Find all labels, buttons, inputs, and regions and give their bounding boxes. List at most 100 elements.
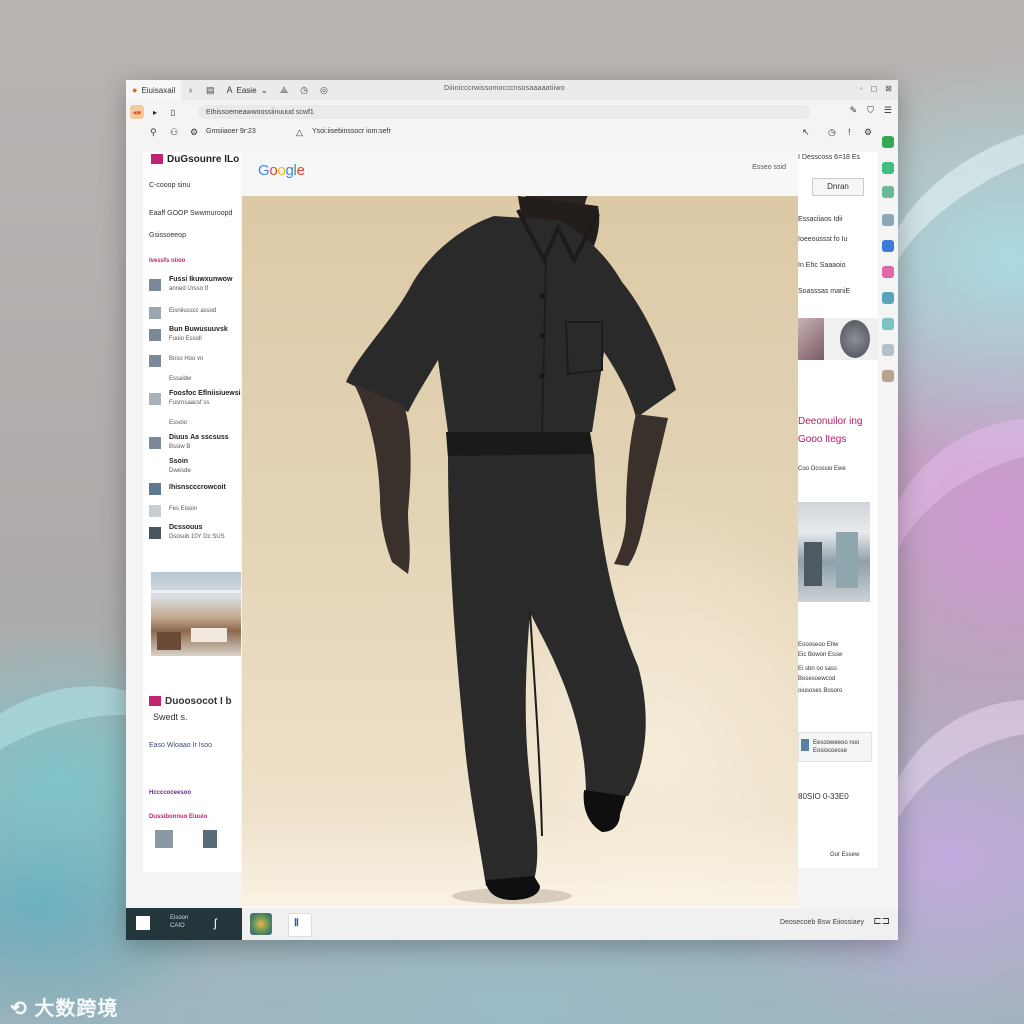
list-item[interactable]: Fussi Ikuwxunwow anned Ursso If — [149, 276, 241, 302]
user-icon[interactable]: ⚇ — [170, 127, 178, 138]
taskbar-app-icon[interactable]: Ⅱ — [288, 913, 312, 937]
cursor-icon[interactable]: ↖ — [802, 127, 810, 138]
app-icon[interactable] — [882, 370, 894, 382]
footer-link[interactable]: Easo Wioaao Ir Isoo — [149, 742, 212, 749]
tab-2[interactable]: A Easie ⌄ — [221, 80, 275, 100]
right-panel-line[interactable]: Essaciiaos Idii — [798, 216, 842, 223]
lock-icon[interactable]: ⚲ — [150, 127, 157, 138]
right-panel-line[interactable]: In Ehc Saaaoio — [798, 262, 845, 269]
promo-image[interactable] — [151, 572, 241, 656]
section-subtitle: Dussibonnuo Eiuuio — [149, 814, 208, 820]
gear-icon[interactable]: ⚙ — [864, 127, 872, 138]
clock-icon[interactable]: ◷ — [828, 127, 836, 138]
system-tray-text[interactable]: Deosecoeb Bsw Eiiossiaey — [780, 919, 864, 926]
app-icon[interactable] — [882, 266, 894, 278]
app-icon[interactable] — [882, 186, 894, 198]
app-icon[interactable] — [882, 292, 894, 304]
bookmark-2[interactable]: Ysoi:iisebinssocr iom:sefr — [312, 128, 391, 135]
back-button[interactable]: ◂● — [130, 105, 144, 119]
text-line: Ei sbn oo sass — [798, 666, 838, 672]
sidebar-link[interactable]: C-cooop sinu — [149, 182, 190, 189]
document-icon: Ⅱ — [294, 918, 299, 929]
list-item[interactable]: Foosfoc Eflniisiuewsi Fusrnsaacsf ss — [149, 390, 241, 416]
app-icon[interactable] — [882, 162, 894, 174]
thumbnail[interactable] — [203, 830, 217, 848]
watermark-text: 大数跨境 — [34, 998, 119, 1020]
item-title: Foosfoc Eflniisiuewsi — [169, 390, 241, 397]
watermark-icon: ⟲ — [10, 998, 35, 1020]
url-field[interactable]: Ethissoemeawwoossiinuuud scwf1 — [198, 105, 810, 119]
alert-icon[interactable]: ! — [848, 127, 851, 137]
reload-button[interactable]: ▯ — [166, 105, 180, 119]
thumbnail[interactable] — [155, 830, 173, 848]
sidebar-link[interactable]: Gsissoeeop — [149, 232, 186, 239]
right-panel-images[interactable] — [798, 318, 878, 360]
app-icon[interactable] — [882, 344, 894, 356]
action-button[interactable]: Dnran — [812, 178, 864, 196]
headline[interactable]: Deeonuilor ing — [798, 416, 863, 427]
url-text: Ethissoemeawwoossiinuuud scwf1 — [206, 108, 314, 116]
item-title: Diuus Aa sscsuss — [169, 434, 229, 441]
search-icon[interactable]: ʃ — [214, 916, 217, 930]
right-panel-footer[interactable]: Gor Essew — [830, 852, 859, 858]
watermark-logo: ⟲ 大数跨境 — [10, 992, 118, 1021]
windows-start-icon[interactable] — [136, 916, 150, 930]
app-icon[interactable] — [882, 214, 894, 226]
right-panel: I Desscoss 6=18 Es Dnran Essaciiaos Idii… — [798, 152, 878, 868]
google-logo[interactable]: Google — [258, 162, 305, 179]
card-text: Eesooweeoo noo Eosiocoesse — [813, 740, 860, 754]
page-icon: ▯ — [170, 107, 176, 117]
header-link[interactable]: Esseo ssid — [752, 164, 786, 171]
item-title: Ssoin — [169, 458, 189, 465]
taskbar-app-icon[interactable] — [250, 913, 272, 935]
pen-icon[interactable]: ✎ — [850, 105, 858, 116]
minimize-icon[interactable]: ◦ — [860, 84, 863, 93]
history-tab[interactable]: ◷ — [294, 80, 314, 100]
search-header: Google Esseo ssid — [242, 152, 798, 197]
logo-letter: g — [285, 162, 294, 179]
thumbnail — [149, 279, 161, 291]
downloads-tab[interactable]: ◎ — [314, 80, 334, 100]
main-content: Google Esseo ssid — [242, 152, 798, 940]
maximize-icon[interactable]: ◻ — [871, 84, 878, 93]
card-icon — [801, 739, 809, 751]
list-item[interactable]: Diuus Aa sscsuss Bssiw B — [149, 434, 241, 460]
right-panel-line[interactable]: Ioeeoussst fo Iu — [798, 236, 847, 243]
app-icon[interactable] — [882, 318, 894, 330]
text-line: Bosesoewcod — [798, 676, 836, 682]
thumbnail — [149, 505, 161, 517]
thumbnail — [149, 437, 161, 449]
app-icon[interactable] — [882, 136, 894, 148]
info-card[interactable]: Eesooweeoo noo Eosiocoesse — [798, 732, 872, 762]
right-panel-photo[interactable] — [798, 502, 870, 602]
tab-1[interactable]: ● Eiuisaxail — [126, 80, 182, 100]
item-title: Fussi Ikuwxunwow — [169, 276, 233, 283]
headline-2[interactable]: Gooo ltegs — [798, 434, 846, 445]
close-icon[interactable]: ⊠ — [885, 84, 892, 93]
settings-icon[interactable]: ⚙ — [190, 127, 198, 138]
tab-label: Eiuisaxail — [141, 85, 176, 95]
item-title: Bun Buwusuuvsk — [169, 326, 228, 333]
right-panel-line[interactable]: Soasssas maniE — [798, 288, 850, 295]
promo-title[interactable]: Duoosocot I b — [149, 696, 232, 707]
brand-icon — [149, 696, 161, 707]
text-line: Eoooseoo Ehw — [798, 642, 839, 648]
back-icon: ◂● — [132, 107, 142, 117]
shield-icon[interactable]: ⛉ — [867, 105, 874, 116]
bookmark-1[interactable]: Gmsiiaoer 9r:23 — [206, 128, 256, 135]
notification-icon[interactable]: ⊏⊐ — [873, 916, 890, 927]
forward-button[interactable]: ▸ — [148, 105, 162, 119]
reader-tab[interactable]: ▤ — [200, 80, 221, 100]
address-bar: ◂● ▸ ▯ Ethissoemeawwoossiinuuud scwf1 ✎ … — [126, 102, 898, 122]
app-icon[interactable] — [882, 240, 894, 252]
list-item[interactable]: Dcssouus Dsosub 10Y Dc SUS — [149, 524, 241, 550]
address-bar-actions: ✎ ⛉ ☰ — [850, 105, 892, 116]
extension-tab[interactable]: ⟁ — [274, 80, 294, 100]
firefox-icon: ● — [132, 85, 138, 95]
list-item[interactable]: Bun Buwusuuvsk Fuuio Essoll — [149, 326, 241, 352]
lightbulb-tab[interactable]: ♁ — [181, 80, 200, 100]
sidebar-link[interactable]: Eaaff GOOP Swwmuroopd — [149, 210, 232, 217]
hero-image — [242, 196, 798, 906]
menu-icon[interactable]: ☰ — [884, 105, 892, 116]
bull-figure-image — [346, 196, 676, 904]
